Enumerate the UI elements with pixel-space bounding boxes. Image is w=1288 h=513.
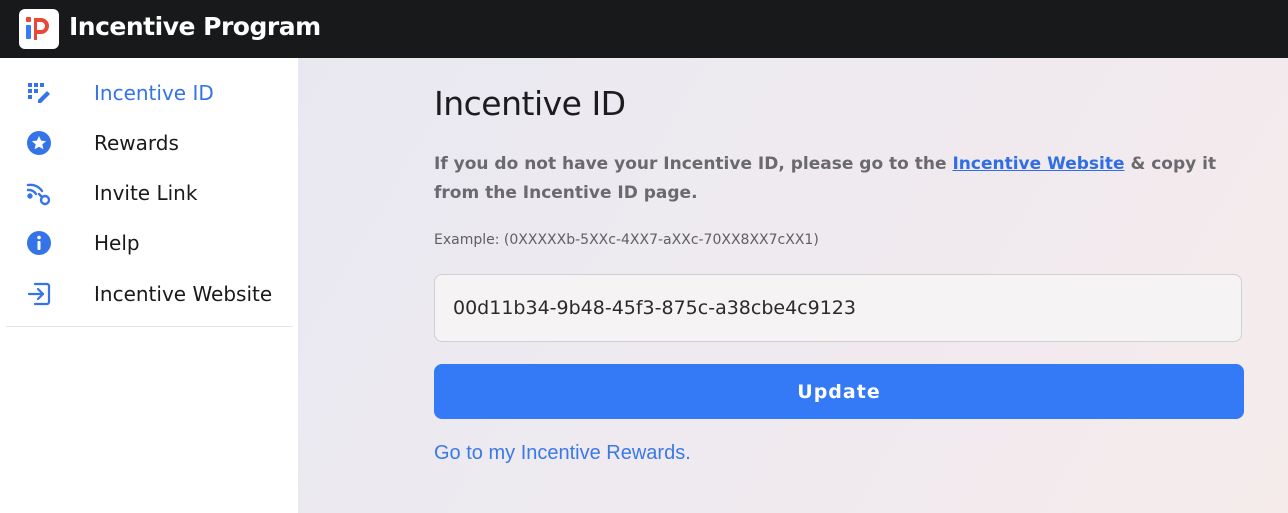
sidebar-divider (6, 326, 293, 327)
sidebar-item-help[interactable]: Help (0, 218, 293, 268)
example-hint: Example: (0XXXXXb-5XXc-4XX7-aXXc-70XX8XX… (434, 232, 819, 248)
instructions-text: If you do not have your Incentive ID, pl… (434, 150, 1254, 208)
incentive-id-input[interactable] (434, 274, 1242, 342)
sidebar-item-incentive-id[interactable]: Incentive ID (0, 68, 293, 118)
wifi-share-icon (26, 180, 52, 206)
info-icon (26, 230, 52, 256)
sidebar-item-invite-link[interactable]: Invite Link (0, 168, 293, 218)
instructions-text-part: If you do not have your Incentive ID, pl… (434, 154, 953, 174)
top-bar: Incentive Program (0, 0, 1288, 58)
sidebar-item-label: Help (94, 231, 140, 255)
page-title: Incentive ID (434, 84, 626, 123)
sidebar-item-label: Rewards (94, 131, 179, 155)
star-badge-icon (26, 130, 52, 156)
grid-pen-icon (26, 80, 52, 106)
app-title: Incentive Program (69, 12, 321, 41)
app-logo-icon[interactable] (19, 9, 59, 49)
login-arrow-icon (26, 281, 52, 307)
sidebar-item-label: Incentive ID (94, 81, 214, 105)
main-content: Incentive ID If you do not have your Inc… (298, 58, 1288, 513)
sidebar-item-label: Invite Link (94, 181, 198, 205)
sidebar: Incentive ID Rewards Invite Link Help In… (0, 58, 298, 513)
incentive-website-link[interactable]: Incentive Website (952, 154, 1124, 174)
update-button[interactable]: Update (434, 364, 1244, 419)
sidebar-item-rewards[interactable]: Rewards (0, 118, 293, 168)
sidebar-item-incentive-website[interactable]: Incentive Website (0, 269, 293, 319)
incentive-rewards-link[interactable]: Go to my Incentive Rewards. (434, 442, 691, 465)
sidebar-item-label: Incentive Website (94, 282, 273, 306)
